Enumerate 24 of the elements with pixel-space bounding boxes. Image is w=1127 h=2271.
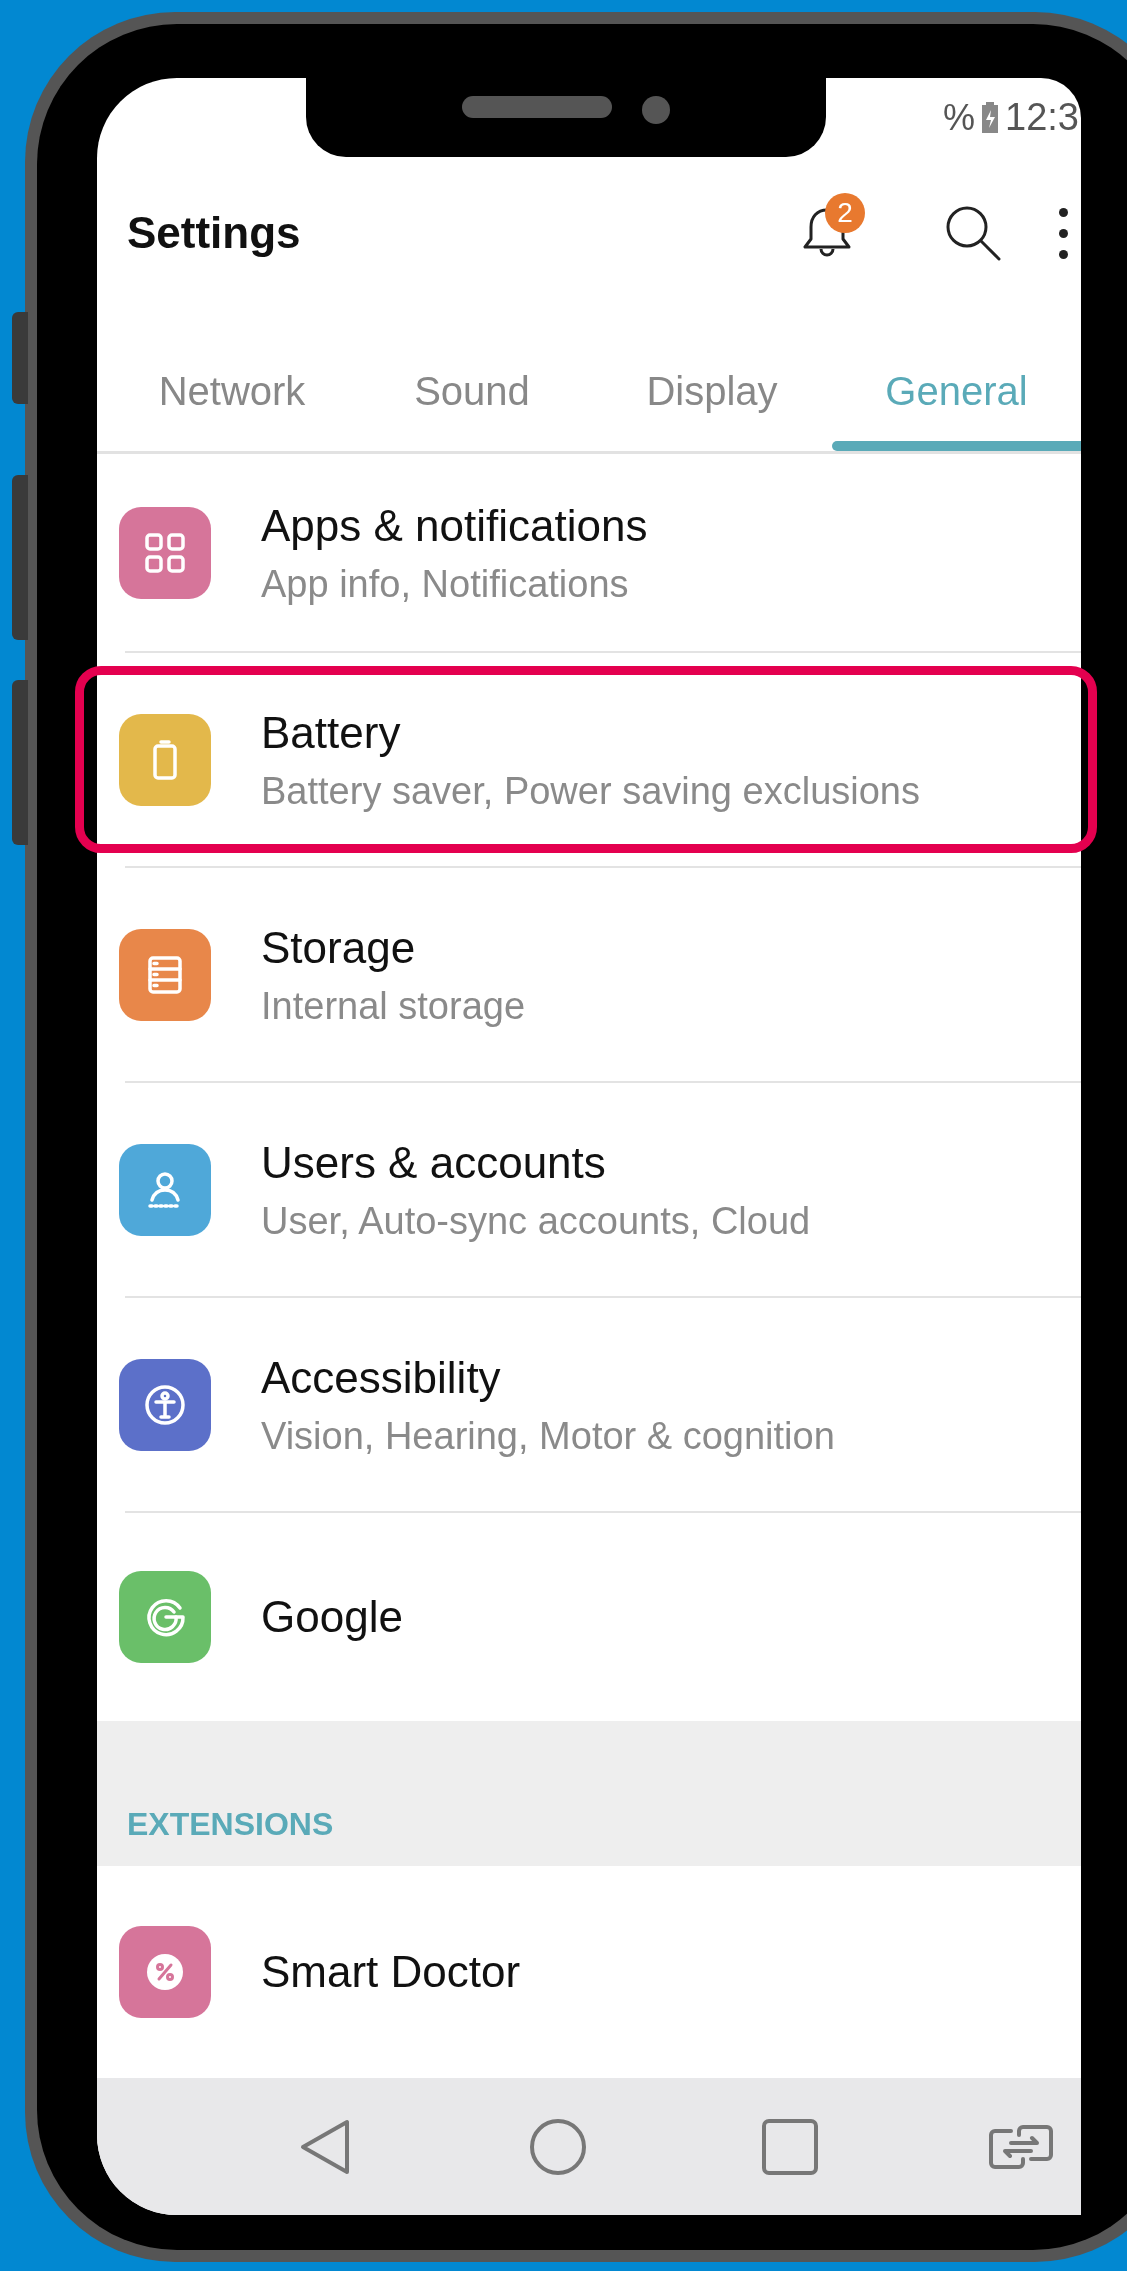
section-heading: EXTENSIONS bbox=[127, 1805, 334, 1844]
setting-title[interactable]: Battery bbox=[261, 706, 920, 759]
switch-windows-icon[interactable] bbox=[987, 2122, 1055, 2171]
setting-title[interactable]: Google bbox=[261, 1591, 403, 1643]
setting-title[interactable]: Apps & notifications bbox=[261, 499, 648, 552]
setting-title[interactable]: Users & accounts bbox=[261, 1136, 811, 1189]
setting-subtitle: App info, Notifications bbox=[261, 561, 630, 606]
page-title: Settings bbox=[127, 207, 301, 259]
setting-subtitle: User, Auto-sync accounts, Cloud bbox=[261, 1198, 811, 1243]
setting-subtitle: Battery saver, Power saving exclusions bbox=[261, 768, 920, 813]
battery-percent: % bbox=[943, 95, 976, 140]
tab[interactable]: Sound bbox=[352, 309, 592, 451]
status-time: 12:3 bbox=[1005, 95, 1079, 140]
tab[interactable]: Display bbox=[592, 309, 832, 451]
setting-title[interactable]: Smart Doctor bbox=[261, 1946, 521, 1998]
tab[interactable]: Network bbox=[112, 309, 352, 451]
recent-apps-icon[interactable] bbox=[761, 2117, 819, 2176]
battery-icon bbox=[981, 101, 1000, 134]
notification-badge: 2 bbox=[825, 193, 865, 233]
home-icon[interactable] bbox=[529, 2117, 587, 2176]
setting-subtitle: Internal storage bbox=[261, 983, 526, 1028]
setting-title[interactable]: Storage bbox=[261, 921, 526, 974]
setting-title[interactable]: Accessibility bbox=[261, 1351, 835, 1404]
setting-subtitle: Vision, Hearing, Motor & cognition bbox=[261, 1413, 835, 1458]
